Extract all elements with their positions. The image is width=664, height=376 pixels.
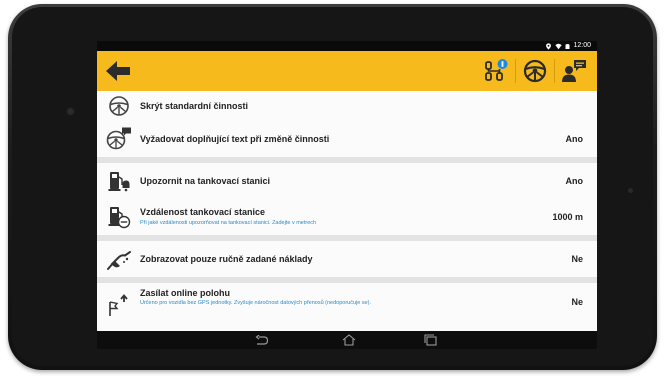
setting-subtitle: Určeno pro vozidla bez GPS jednotky. Zvy…	[140, 300, 372, 306]
nav-recent-apps-button[interactable]	[423, 334, 439, 346]
front-camera	[66, 107, 75, 116]
navigation-bar	[97, 331, 597, 349]
home-nav-icon	[342, 334, 356, 346]
setting-row-send-online-position[interactable]: Zasílat online polohu Určeno pro vozidla…	[97, 283, 597, 331]
setting-title: Zasílat online polohu	[140, 288, 230, 298]
activities-tree-button[interactable]	[481, 56, 511, 86]
steering-wheel-button[interactable]	[520, 56, 550, 86]
wifi-icon	[555, 43, 563, 49]
fuel-distance-icon	[106, 205, 132, 229]
setting-row-hide-standard-activities[interactable]: Skrýt standardní činnosti	[97, 91, 597, 122]
app-bar	[97, 51, 597, 91]
setting-value: Ano	[565, 176, 584, 186]
steering-wheel-message-icon	[106, 127, 132, 151]
status-bar: 12:00	[97, 41, 597, 51]
tablet-frame: 12:00 Skrýt standardní činnosti Vyžadova…	[8, 4, 657, 370]
flag-upload-icon	[106, 294, 132, 318]
driver-message-button[interactable]	[559, 56, 589, 86]
setting-value: 1000 m	[552, 212, 583, 222]
location-icon	[546, 42, 552, 50]
setting-title: Vzdálenost tankovací stanice	[140, 207, 266, 217]
setting-value: Ano	[565, 134, 584, 144]
setting-row-fuel-station-alert[interactable]: Upozornit na tankovací stanici Ano	[97, 163, 597, 200]
setting-title: Zobrazovat pouze ručně zadané náklady	[140, 254, 313, 264]
setting-subtitle: Při jaké vzdálenosti upozorňovat na tank…	[140, 220, 317, 226]
setting-value: Ne	[571, 254, 583, 264]
setting-title: Upozornit na tankovací stanici	[140, 176, 271, 186]
driver-message-icon	[562, 60, 586, 82]
toolbar-divider	[515, 59, 516, 83]
activities-tree-icon	[485, 59, 508, 81]
setting-row-manual-costs-only[interactable]: Zobrazovat pouze ručně zadané náklady Ne	[97, 241, 597, 278]
fuel-alert-icon	[106, 169, 132, 193]
nav-home-button[interactable]	[341, 334, 357, 346]
setting-title: Vyžadovat doplňující text při změně činn…	[140, 134, 330, 144]
manual-costs-icon	[106, 247, 132, 271]
nav-back-button[interactable]	[254, 334, 270, 346]
toolbar-divider	[554, 59, 555, 83]
settings-list: Skrýt standardní činnosti Vyžadovat dopl…	[97, 91, 597, 331]
status-time: 12:00	[573, 42, 591, 49]
app-screen: 12:00 Skrýt standardní činnosti Vyžadova…	[97, 41, 597, 349]
light-sensor	[628, 188, 633, 193]
recent-apps-icon	[424, 334, 437, 346]
back-button[interactable]	[103, 57, 133, 85]
setting-row-require-text-on-activity-change[interactable]: Vyžadovat doplňující text při změně činn…	[97, 121, 597, 158]
setting-title: Skrýt standardní činnosti	[140, 101, 249, 111]
setting-value: Ne	[571, 297, 583, 307]
battery-icon	[565, 43, 570, 49]
setting-row-fuel-station-distance[interactable]: Vzdálenost tankovací stanice Při jaké vz…	[97, 199, 597, 236]
arrow-left-icon	[106, 61, 130, 81]
steering-wheel-icon	[523, 59, 547, 83]
back-nav-icon	[255, 334, 269, 345]
steering-wheel-hide-icon	[106, 94, 132, 118]
